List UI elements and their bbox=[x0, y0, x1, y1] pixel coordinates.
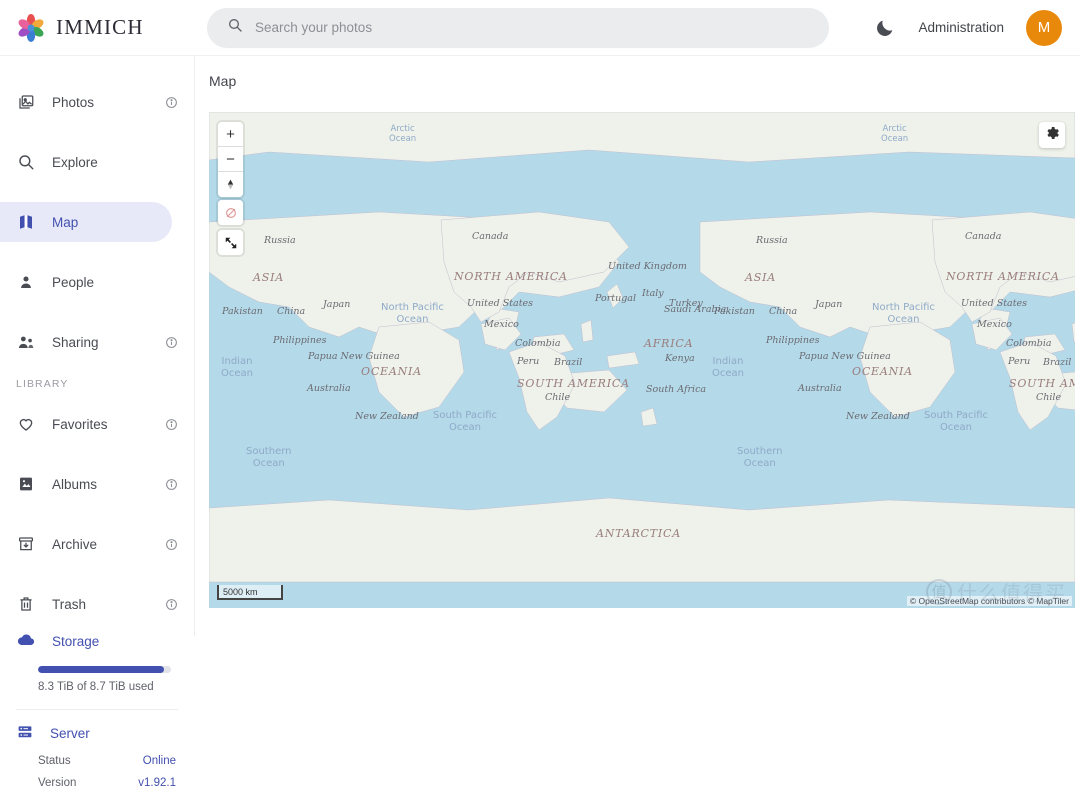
map-fullscreen-control[interactable] bbox=[218, 230, 243, 255]
search-placeholder: Search your photos bbox=[255, 20, 372, 35]
nav-spacer bbox=[0, 444, 194, 464]
zoom-in-button[interactable]: + bbox=[218, 122, 243, 147]
sidebar-item-map[interactable]: Map bbox=[0, 202, 172, 242]
app-header: IMMICH Search your photos Administration… bbox=[0, 0, 1080, 56]
avatar-initial: M bbox=[1038, 19, 1051, 36]
storage-header: Storage bbox=[16, 624, 174, 658]
library-section-label: LIBRARY bbox=[0, 378, 194, 390]
map-scale-bar: 5000 km bbox=[217, 585, 283, 600]
sidebar-item-trash[interactable]: Trash bbox=[0, 584, 172, 624]
trash-icon bbox=[16, 594, 36, 614]
avatar[interactable]: M bbox=[1026, 10, 1062, 46]
server-label: Server bbox=[50, 726, 90, 741]
server-icon bbox=[16, 723, 34, 744]
sidebar-item-label: Explore bbox=[52, 155, 98, 170]
nav-spacer bbox=[0, 564, 194, 584]
sidebar-item-label: Albums bbox=[52, 477, 97, 492]
sidebar-item-explore[interactable]: Explore bbox=[0, 142, 172, 182]
cloud-icon bbox=[16, 630, 36, 653]
server-header[interactable]: Server bbox=[0, 716, 194, 750]
page-title: Map bbox=[195, 56, 1080, 106]
fullscreen-icon[interactable] bbox=[218, 230, 243, 255]
map-settings-button[interactable] bbox=[1039, 122, 1065, 148]
server-status-key: Status bbox=[38, 755, 71, 767]
explore-icon bbox=[16, 152, 36, 172]
server-version-value: v1.92.1 bbox=[138, 777, 176, 789]
nav-spacer bbox=[0, 182, 194, 202]
nav-spacer bbox=[0, 242, 194, 262]
photos-icon bbox=[16, 92, 36, 112]
sidebar-item-sharing[interactable]: Sharing bbox=[0, 322, 172, 362]
map-icon bbox=[16, 212, 36, 232]
brand-logo-area[interactable]: IMMICH bbox=[0, 13, 195, 43]
archive-icon bbox=[16, 534, 36, 554]
nav-spacer bbox=[0, 122, 194, 142]
map-canvas[interactable]: ArcticOceanArcticOceanRussiaCanadaRussia… bbox=[209, 112, 1075, 608]
sidebar: Photos Explore Map bbox=[0, 56, 195, 636]
server-version-row: Version v1.92.1 bbox=[0, 772, 194, 794]
sidebar-item-label: Sharing bbox=[52, 335, 99, 350]
sharing-icon bbox=[16, 332, 36, 352]
sidebar-item-label: Trash bbox=[52, 597, 86, 612]
sidebar-item-label: Favorites bbox=[52, 417, 108, 432]
sidebar-item-photos[interactable]: Photos bbox=[0, 82, 172, 122]
administration-link[interactable]: Administration bbox=[918, 20, 1004, 35]
gear-icon bbox=[1044, 125, 1060, 146]
sidebar-item-archive[interactable]: Archive bbox=[0, 524, 172, 564]
info-icon[interactable] bbox=[165, 96, 178, 109]
map-scale-label: 5000 km bbox=[223, 587, 258, 597]
info-icon[interactable] bbox=[165, 478, 178, 491]
main-content: Map bbox=[195, 56, 1080, 636]
albums-icon bbox=[16, 474, 36, 494]
sidebar-item-label: People bbox=[52, 275, 94, 290]
header-actions: Administration M bbox=[874, 10, 1080, 46]
people-icon bbox=[16, 272, 36, 292]
map-geolocate-control[interactable] bbox=[218, 200, 243, 225]
sidebar-item-favorites[interactable]: Favorites bbox=[0, 404, 172, 444]
sidebar-item-label: Map bbox=[52, 215, 78, 230]
compass-icon[interactable] bbox=[218, 172, 243, 197]
moon-icon[interactable] bbox=[874, 17, 896, 39]
sidebar-item-people[interactable]: People bbox=[0, 262, 172, 302]
storage-progress-fill bbox=[38, 666, 164, 673]
map-zoom-controls[interactable]: + − bbox=[218, 122, 243, 197]
search-icon bbox=[227, 17, 243, 38]
map-viewport[interactable]: ArcticOceanArcticOceanRussiaCanadaRussia… bbox=[209, 112, 1075, 608]
server-version-key: Version bbox=[38, 777, 76, 789]
server-status-row: Status Online bbox=[0, 750, 194, 772]
info-icon[interactable] bbox=[165, 598, 178, 611]
brand-name: IMMICH bbox=[56, 15, 144, 40]
immich-flower-logo-icon bbox=[16, 13, 46, 43]
heart-icon bbox=[16, 414, 36, 434]
info-icon[interactable] bbox=[165, 538, 178, 551]
sidebar-divider bbox=[16, 709, 178, 710]
sidebar-item-label: Photos bbox=[52, 95, 94, 110]
sidebar-item-label: Archive bbox=[52, 537, 97, 552]
world-map-graphic bbox=[209, 112, 1075, 608]
storage-section[interactable]: Storage 8.3 TiB of 8.7 TiB used bbox=[0, 624, 194, 693]
geolocate-disabled-icon[interactable] bbox=[218, 200, 243, 225]
info-icon[interactable] bbox=[165, 336, 178, 349]
map-attribution[interactable]: © OpenStreetMap contributors © MapTiler bbox=[907, 596, 1072, 606]
nav-spacer bbox=[0, 504, 194, 524]
nav-spacer bbox=[0, 302, 194, 322]
search-input[interactable]: Search your photos bbox=[207, 8, 829, 48]
sidebar-item-albums[interactable]: Albums bbox=[0, 464, 172, 504]
info-icon[interactable] bbox=[165, 418, 178, 431]
storage-progress-bar bbox=[38, 666, 171, 673]
storage-usage-text: 8.3 TiB of 8.7 TiB used bbox=[38, 681, 174, 693]
zoom-out-button[interactable]: − bbox=[218, 147, 243, 172]
status-badge: Online bbox=[143, 755, 176, 767]
